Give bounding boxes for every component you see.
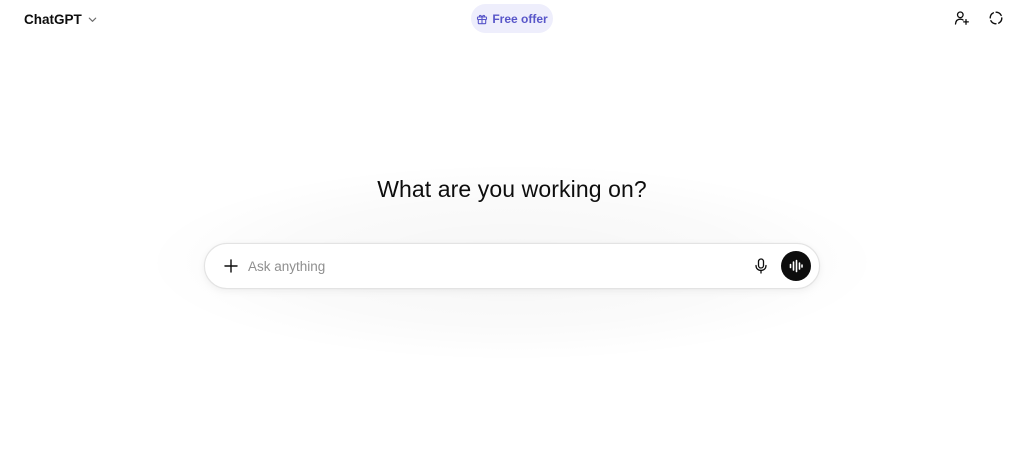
free-offer-label: Free offer	[492, 11, 548, 26]
voice-mode-icon[interactable]	[781, 251, 811, 281]
add-person-icon[interactable]	[952, 8, 972, 28]
plus-icon[interactable]	[221, 256, 241, 276]
chevron-down-icon	[87, 14, 98, 25]
temporary-chat-icon[interactable]	[986, 8, 1006, 28]
prompt-composer	[204, 243, 820, 289]
chatgpt-home: ChatGPT Free offer What are you working …	[0, 0, 1024, 450]
top-bar: ChatGPT Free offer	[0, 0, 1024, 38]
prompt-input[interactable]	[248, 251, 749, 281]
header-actions	[952, 8, 1006, 28]
model-selector-button[interactable]: ChatGPT	[16, 6, 106, 32]
page-title: What are you working on?	[377, 176, 647, 202]
free-offer-button[interactable]: Free offer	[471, 4, 553, 33]
model-name: ChatGPT	[24, 11, 82, 27]
microphone-icon[interactable]	[749, 254, 773, 278]
gift-icon	[476, 13, 488, 25]
